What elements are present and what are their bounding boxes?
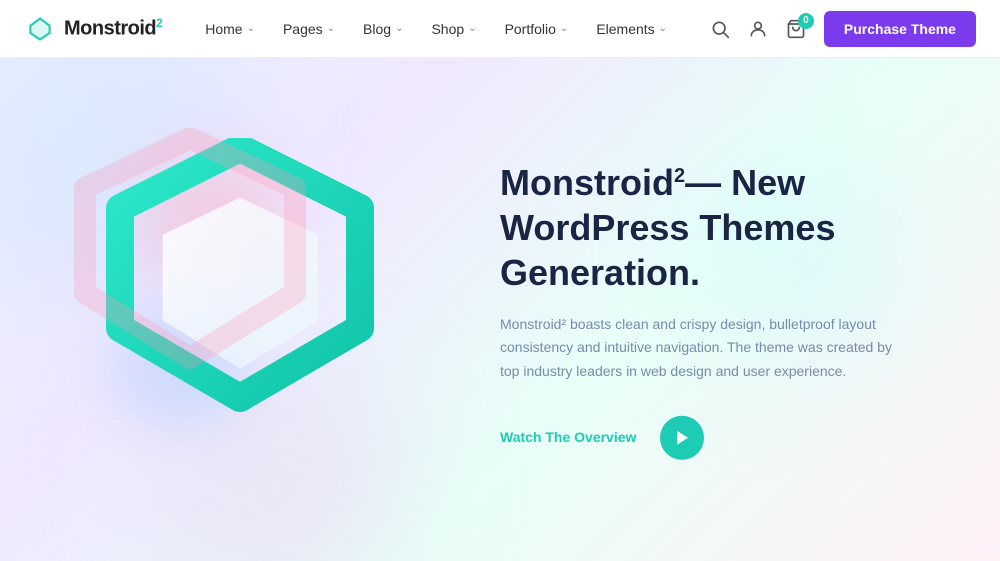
cart-button[interactable]: 0 bbox=[786, 19, 806, 39]
nav-item-elements[interactable]: Elements ⌄ bbox=[582, 0, 681, 58]
header-actions: 0 Purchase Theme bbox=[710, 11, 976, 47]
search-button[interactable] bbox=[710, 19, 730, 39]
chevron-down-icon: ⌄ bbox=[560, 23, 568, 34]
nav-item-blog[interactable]: Blog ⌄ bbox=[349, 0, 417, 58]
hero-cta: Watch The Overview bbox=[500, 416, 940, 460]
search-icon bbox=[710, 19, 730, 39]
cart-count: 0 bbox=[798, 13, 814, 29]
hero-illustration bbox=[40, 118, 460, 498]
chevron-down-icon: ⌄ bbox=[659, 23, 667, 34]
chevron-down-icon: ⌄ bbox=[468, 23, 476, 34]
hero-content: Monstroid2— New WordPress Themes Generat… bbox=[500, 159, 940, 459]
header: Monstroid2 Home ⌄ Pages ⌄ Blog ⌄ Shop ⌄ … bbox=[0, 0, 1000, 58]
purchase-theme-button[interactable]: Purchase Theme bbox=[824, 11, 976, 47]
chevron-down-icon: ⌄ bbox=[327, 23, 335, 34]
watch-overview-link[interactable]: Watch The Overview bbox=[500, 429, 636, 446]
nav-item-shop[interactable]: Shop ⌄ bbox=[417, 0, 490, 58]
user-icon bbox=[748, 19, 768, 39]
hero-description: Monstroid² boasts clean and crispy desig… bbox=[500, 312, 900, 383]
logo-text: Monstroid2 bbox=[64, 16, 162, 41]
main-nav: Home ⌄ Pages ⌄ Blog ⌄ Shop ⌄ Portfolio ⌄… bbox=[191, 0, 681, 58]
logo-icon bbox=[24, 13, 56, 45]
nav-item-home[interactable]: Home ⌄ bbox=[191, 0, 269, 58]
chevron-down-icon: ⌄ bbox=[247, 23, 255, 34]
hero-section: Monstroid2— New WordPress Themes Generat… bbox=[0, 58, 1000, 561]
user-button[interactable] bbox=[748, 19, 768, 39]
chevron-down-icon: ⌄ bbox=[395, 23, 403, 34]
nav-item-pages[interactable]: Pages ⌄ bbox=[269, 0, 349, 58]
play-video-button[interactable] bbox=[660, 416, 704, 460]
hero-title: Monstroid2— New WordPress Themes Generat… bbox=[500, 159, 940, 294]
nav-item-portfolio[interactable]: Portfolio ⌄ bbox=[491, 0, 583, 58]
pink-shape bbox=[60, 128, 320, 378]
logo[interactable]: Monstroid2 bbox=[24, 13, 162, 45]
play-icon bbox=[675, 430, 689, 446]
